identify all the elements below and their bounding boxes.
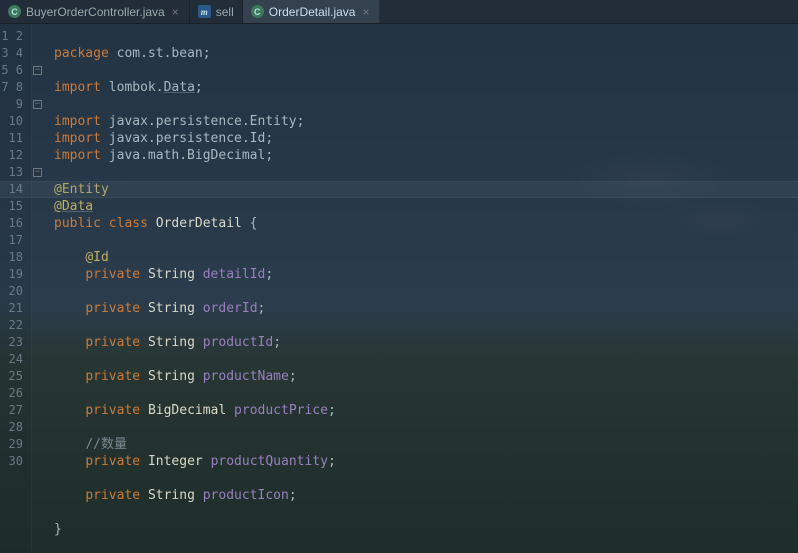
brace-close: } [54,522,62,537]
fold-toggle-icon[interactable]: − [33,168,42,177]
tab-sell[interactable]: m sell [190,0,243,23]
keyword-package: package [54,46,109,61]
brace: { [242,216,258,231]
type: BigDecimal [148,403,226,418]
tab-buyerordercontroller[interactable]: C BuyerOrderController.java × [0,0,190,23]
keyword-private: private [85,335,140,350]
line-gutter: 1 2 3 4 5 6 7 8 9 10 11 12 13 14 15 16 1… [0,24,32,553]
keyword-public: public [54,216,101,231]
type: String [148,301,195,316]
fold-column: − − − [32,24,46,553]
import-path: java.math.BigDecimal; [101,148,273,163]
keyword-private: private [85,267,140,282]
java-class-icon: C [251,5,264,18]
package-path: com.st.bean; [109,46,211,61]
keyword-import: import [54,114,101,129]
keyword-import: import [54,148,101,163]
semicolon: ; [265,267,273,282]
close-icon[interactable]: × [360,5,371,19]
java-class-icon: C [8,5,21,18]
class-name: OrderDetail [156,216,242,231]
type: String [148,488,195,503]
semicolon: ; [195,80,203,95]
import-data: Data [164,80,195,95]
current-line-highlight [0,181,798,198]
semicolon: ; [328,454,336,469]
keyword-import: import [54,131,101,146]
field-name: productId [203,335,273,350]
field-name: productPrice [234,403,328,418]
keyword-private: private [85,403,140,418]
tab-label: BuyerOrderController.java [26,5,165,19]
field-name: productQuantity [211,454,328,469]
import-path: lombok. [101,80,164,95]
tab-label: OrderDetail.java [269,5,356,19]
keyword-private: private [85,488,140,503]
maven-icon: m [198,5,211,18]
import-path: javax.persistence.Id; [101,131,273,146]
type: String [148,335,195,350]
type: String [148,369,195,384]
semicolon: ; [258,301,266,316]
type: String [148,267,195,282]
type: Integer [148,454,203,469]
keyword-private: private [85,454,140,469]
comment: //数量 [85,437,127,452]
tab-bar: C BuyerOrderController.java × m sell C O… [0,0,798,24]
keyword-private: private [85,369,140,384]
keyword-class: class [109,216,148,231]
semicolon: ; [273,335,281,350]
code-editor[interactable]: 1 2 3 4 5 6 7 8 9 10 11 12 13 14 15 16 1… [0,24,798,553]
field-name: productName [203,369,289,384]
keyword-import: import [54,80,101,95]
annotation-data: @Data [54,199,93,214]
tab-orderdetail[interactable]: C OrderDetail.java × [243,0,381,23]
semicolon: ; [289,369,297,384]
tab-label: sell [216,5,234,19]
code-area[interactable]: package com.st.bean; import lombok.Data;… [46,24,798,553]
import-path: javax.persistence.Entity; [101,114,305,129]
field-name: detailId [203,267,266,282]
semicolon: ; [328,403,336,418]
semicolon: ; [289,488,297,503]
keyword-private: private [85,301,140,316]
field-name: orderId [203,301,258,316]
fold-toggle-icon[interactable]: − [33,66,42,75]
fold-toggle-icon[interactable]: − [33,100,42,109]
close-icon[interactable]: × [170,5,181,19]
annotation-id: @Id [85,250,108,265]
field-name: productIcon [203,488,289,503]
